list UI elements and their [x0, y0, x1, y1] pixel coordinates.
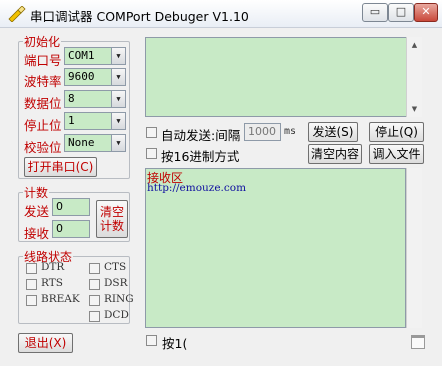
chevron-down-icon[interactable]: ▼ — [111, 69, 125, 85]
clear-content-button[interactable]: 清空内容 — [308, 144, 362, 164]
stopbits-select[interactable]: 1 ▼ — [64, 112, 126, 130]
baud-value: 9600 — [68, 70, 95, 83]
ring-label: RING — [104, 293, 134, 305]
baud-select[interactable]: 9600 ▼ — [64, 68, 126, 86]
ring-indicator — [89, 295, 100, 306]
parity-select[interactable]: None ▼ — [64, 134, 126, 152]
break-checkbox[interactable] — [26, 295, 37, 306]
chevron-down-icon[interactable]: ▼ — [111, 91, 125, 107]
send-textarea[interactable] — [145, 37, 422, 117]
close-button[interactable]: ✕ — [414, 3, 438, 22]
port-label: 端口号 — [24, 53, 62, 68]
scroll-down-icon[interactable]: ▼ — [407, 101, 422, 117]
receive-scrollbar[interactable] — [406, 168, 422, 328]
chevron-down-icon[interactable]: ▼ — [111, 113, 125, 129]
recv-count-value: 0 — [52, 220, 90, 238]
minimize-button[interactable]: ▭ — [362, 3, 388, 22]
cts-indicator — [89, 263, 100, 274]
auto-send-label: 自动发送:间隔 — [161, 128, 241, 143]
open-port-button[interactable]: 打开串口(C) — [24, 157, 97, 177]
recv-count-label: 接收 — [24, 226, 50, 241]
rts-checkbox[interactable] — [26, 279, 37, 290]
clear-count-line1: 清空 — [99, 205, 124, 219]
send-button[interactable]: 发送(S) — [308, 122, 358, 142]
clear-count-line2: 计数 — [99, 219, 124, 233]
clear-count-button[interactable]: 清空 计数 — [96, 200, 128, 238]
port-select[interactable]: COM1 ▼ — [64, 47, 126, 65]
hex-send-label: 按16进制方式 — [161, 149, 240, 164]
rts-label: RTS — [41, 277, 63, 289]
load-file-button[interactable]: 调入文件 — [369, 144, 424, 164]
port-value: COM1 — [68, 49, 95, 62]
exit-button[interactable]: 退出(X) — [18, 333, 73, 353]
parity-value: None — [68, 136, 95, 149]
dtr-label: DTR — [41, 261, 65, 273]
hex-send-checkbox[interactable] — [146, 148, 157, 159]
app-icon — [8, 6, 26, 22]
size-grip-icon[interactable] — [411, 335, 425, 349]
scroll-up-icon[interactable]: ▲ — [407, 37, 422, 53]
send-count-label: 发送 — [24, 204, 50, 219]
dsr-indicator — [89, 279, 100, 290]
receive-text: http://emouze.com — [147, 182, 247, 194]
init-legend: 初始化 — [24, 35, 61, 49]
hex-receive-checkbox[interactable] — [146, 335, 157, 346]
receive-textarea[interactable]: 接收区 http://emouze.com — [145, 168, 406, 328]
send-count-value: 0 — [52, 198, 90, 216]
dcd-label: DCD — [104, 309, 129, 321]
count-legend: 计数 — [24, 186, 49, 200]
hex-receive-label: 按1( — [162, 336, 188, 351]
databits-label: 数据位 — [24, 96, 62, 111]
auto-send-checkbox[interactable] — [146, 127, 157, 138]
databits-select[interactable]: 8 ▼ — [64, 90, 126, 108]
send-scrollbar[interactable]: ▲ ▼ — [406, 37, 422, 117]
dsr-label: DSR — [104, 277, 128, 289]
interval-input[interactable]: 1000 — [244, 123, 281, 141]
baud-label: 波特率 — [24, 74, 62, 89]
interval-unit: ms — [284, 126, 297, 137]
break-label: BREAK — [41, 293, 80, 305]
chevron-down-icon[interactable]: ▼ — [111, 48, 125, 64]
stopbits-value: 1 — [68, 114, 75, 127]
window-title: 串口调试器 COMPort Debuger V1.10 — [30, 9, 249, 24]
stopbits-label: 停止位 — [24, 118, 62, 133]
cts-label: CTS — [104, 261, 127, 273]
dcd-indicator — [89, 311, 100, 322]
stop-button[interactable]: 停止(Q) — [369, 122, 424, 142]
chevron-down-icon[interactable]: ▼ — [111, 135, 125, 151]
databits-value: 8 — [68, 92, 75, 105]
maximize-button[interactable]: □ — [388, 3, 414, 22]
dtr-checkbox[interactable] — [26, 263, 37, 274]
parity-label: 校验位 — [24, 140, 62, 155]
